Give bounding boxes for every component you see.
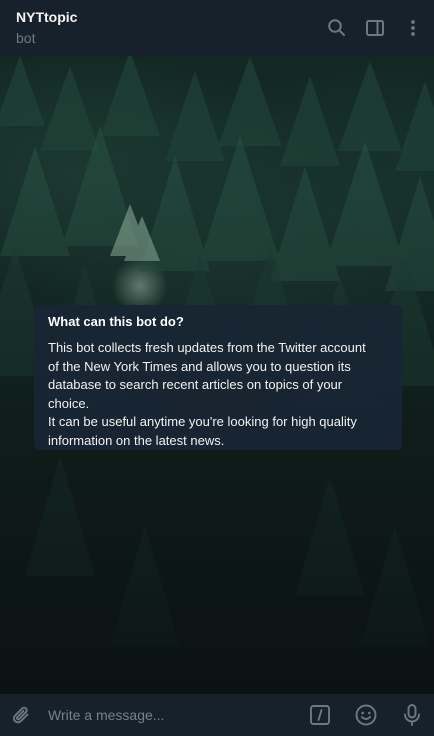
more-vertical-icon: [411, 20, 415, 36]
voice-message-button[interactable]: [398, 701, 426, 729]
bot-info-description: This bot collects fresh updates from the…: [48, 340, 366, 448]
microphone-icon: [404, 704, 420, 726]
bot-commands-button[interactable]: [306, 701, 334, 729]
sidebar-toggle-button[interactable]: [361, 14, 389, 42]
attach-button[interactable]: [8, 701, 36, 729]
search-button[interactable]: [323, 14, 351, 42]
attach-icon: [12, 706, 29, 724]
chat-status: bot: [16, 30, 36, 46]
message-input[interactable]: [48, 702, 288, 728]
chat-header: NYTtopic bot: [0, 0, 434, 56]
more-menu-button[interactable]: [399, 14, 427, 42]
search-icon: [328, 19, 345, 36]
message-composer: [0, 694, 434, 736]
emoji-icon: [355, 704, 377, 726]
bot-commands-icon: [310, 705, 330, 725]
chat-title[interactable]: NYTtopic: [16, 9, 77, 25]
emoji-button[interactable]: [352, 701, 380, 729]
bot-info-card: What can this bot do? This bot collects …: [34, 305, 402, 450]
bot-info-title: What can this bot do?: [48, 314, 184, 329]
sidebar-toggle-icon: [366, 20, 384, 36]
